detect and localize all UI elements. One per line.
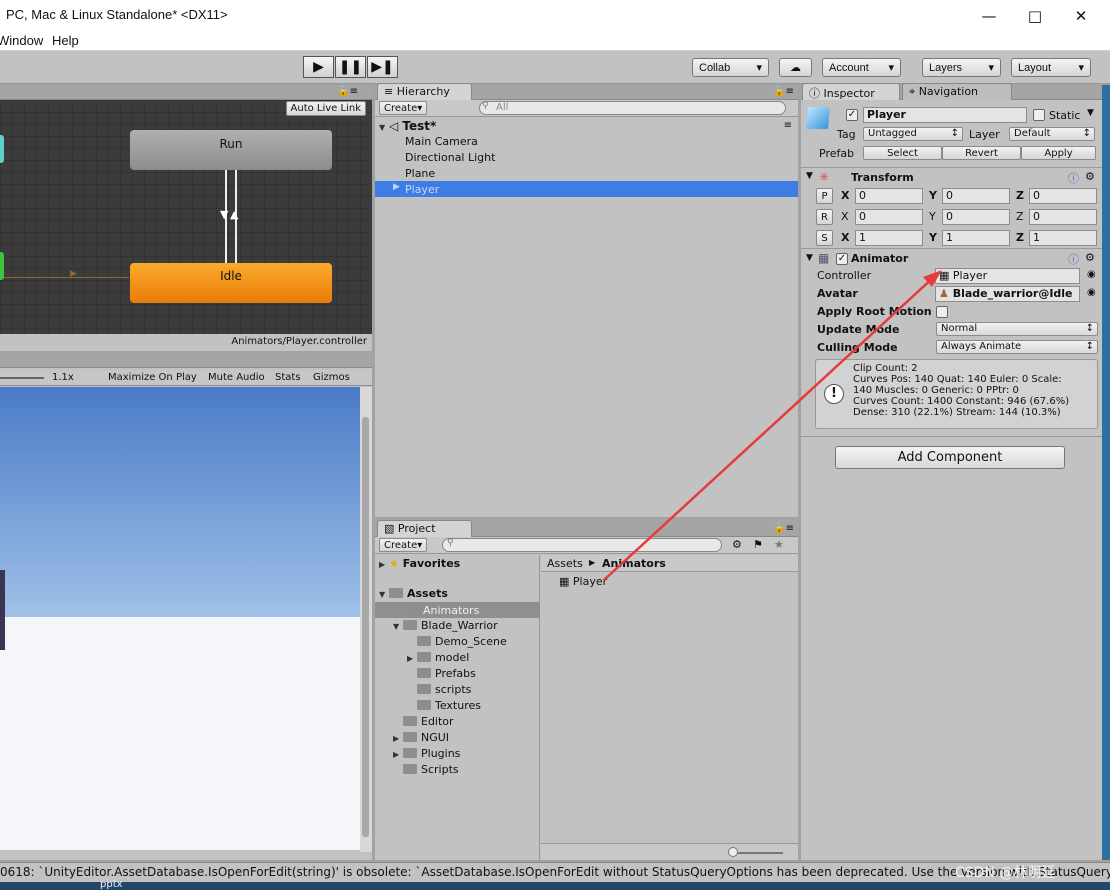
watermark: CSDN @林明延 — [955, 865, 1056, 881]
taskbar-strip — [0, 882, 1110, 890]
desktop-file-label: pptx — [100, 879, 123, 890]
console-status-bar[interactable]: 0618: `UnityEditor.AssetDatabase.IsOpenF… — [0, 862, 1110, 882]
annotation-arrow — [603, 270, 942, 581]
console-message: 0618: `UnityEditor.AssetDatabase.IsOpenF… — [0, 865, 1110, 879]
